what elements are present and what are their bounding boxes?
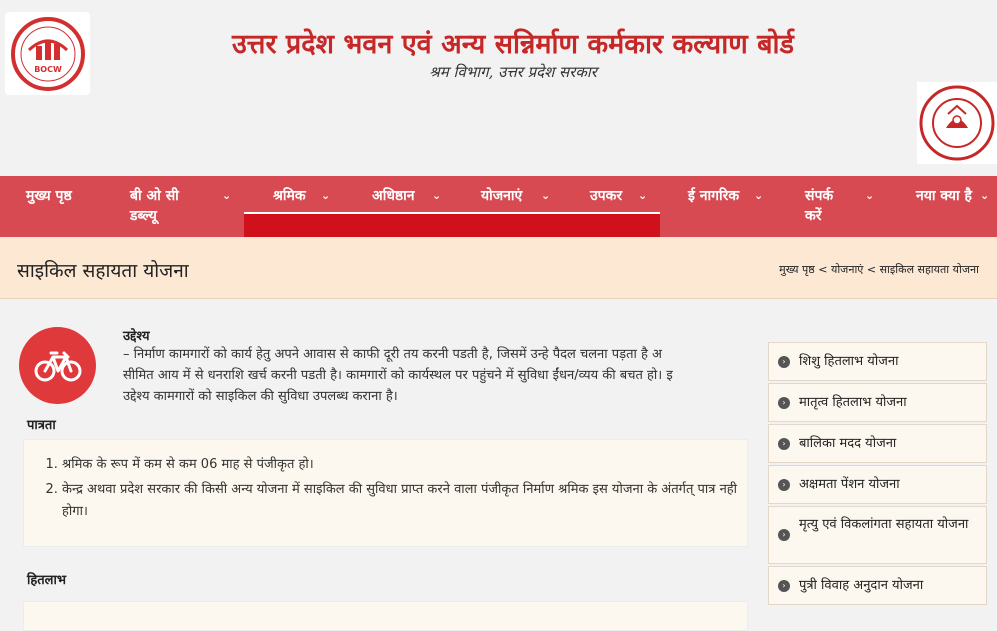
arrow-right-icon: › <box>778 396 790 409</box>
sidebar-item-mrityu[interactable]: › मृत्यु एवं विकलांगता सहायता योजना <box>768 506 987 564</box>
sidebar-item-balika[interactable]: › बालिका मदद योजना <box>768 424 987 463</box>
arrow-right-icon: › <box>778 579 790 592</box>
arrow-right-icon: › <box>778 529 790 541</box>
eligibility-list: श्रमिक के रूप में कम से कम 06 माह से पंज… <box>24 440 747 523</box>
bicycle-icon <box>19 327 96 404</box>
nav-divider <box>244 212 660 214</box>
nav-active-underline <box>244 213 660 237</box>
site-header: BOCW उत्तर प्रदेश भवन एवं अन्य सन्निर्मा… <box>0 0 997 176</box>
nav-item-e-nagrik[interactable]: ई नागरिक ⌄ <box>688 176 773 237</box>
arrow-right-icon: › <box>778 478 790 491</box>
chevron-down-icon: ⌄ <box>980 189 990 202</box>
breadcrumb[interactable]: मुख्य पृष्ठ < योजनाएं < साइकिल सहायता यो… <box>779 262 979 277</box>
nav-item-whats-new[interactable]: नया क्या है ⌄ <box>916 176 997 237</box>
site-title: उत्तर प्रदेश भवन एवं अन्य सन्निर्माण कर्… <box>232 29 794 60</box>
scheme-sidebar: › शिशु हितलाभ योजना › मातृत्व हितलाभ योजना… <box>768 342 988 615</box>
chevron-down-icon: ⌄ <box>754 189 764 202</box>
sidebar-item-shishu[interactable]: › शिशु हितलाभ योजना <box>768 342 987 381</box>
page-title: साइकिल सहायता योजना <box>17 260 189 282</box>
arrow-right-icon: › <box>778 437 790 450</box>
objective-heading: उद्देश्य <box>123 329 150 344</box>
nav-item-bocw[interactable]: बी ओ सी डब्ल्यू ⌄ <box>130 176 235 237</box>
sidebar-item-akshamta[interactable]: › अक्षमता पेंशन योजना <box>768 465 987 504</box>
title-bar: साइकिल सहायता योजना मुख्य पृष्ठ < योजनाए… <box>0 237 997 299</box>
eligibility-box: श्रमिक के रूप में कम से कम 06 माह से पंज… <box>23 439 748 547</box>
chevron-down-icon: ⌄ <box>865 189 875 202</box>
benefit-heading: हितलाभ <box>27 573 67 588</box>
arrow-right-icon: › <box>778 355 790 368</box>
chevron-down-icon: ⌄ <box>432 189 442 202</box>
eligibility-heading: पात्रता <box>27 418 56 433</box>
nav-item-contact[interactable]: संपर्क करें ⌄ <box>805 176 880 237</box>
chevron-down-icon: ⌄ <box>541 189 551 202</box>
objective-text: – निर्माण कामगारों को कार्य हेतु अपने आव… <box>123 347 673 404</box>
site-subtitle: श्रम विभाग, उत्तर प्रदेश सरकार <box>429 63 597 81</box>
benefit-box <box>23 601 748 631</box>
chevron-down-icon: ⌄ <box>638 189 648 202</box>
sidebar-item-matritva[interactable]: › मातृत्व हितलाभ योजना <box>768 383 987 422</box>
list-item: श्रमिक के रूप में कम से कम 06 माह से पंज… <box>62 454 747 476</box>
chevron-down-icon: ⌄ <box>222 189 232 202</box>
chevron-down-icon: ⌄ <box>321 189 331 202</box>
sidebar-item-putri-vivah[interactable]: › पुत्री विवाह अनुदान योजना <box>768 566 987 605</box>
nav-item-home[interactable]: मुख्य पृष्ठ <box>26 176 86 237</box>
up-govt-emblem[interactable] <box>917 82 997 164</box>
list-item: केन्द्र अथवा प्रदेश सरकार की किसी अन्य य… <box>62 479 747 523</box>
